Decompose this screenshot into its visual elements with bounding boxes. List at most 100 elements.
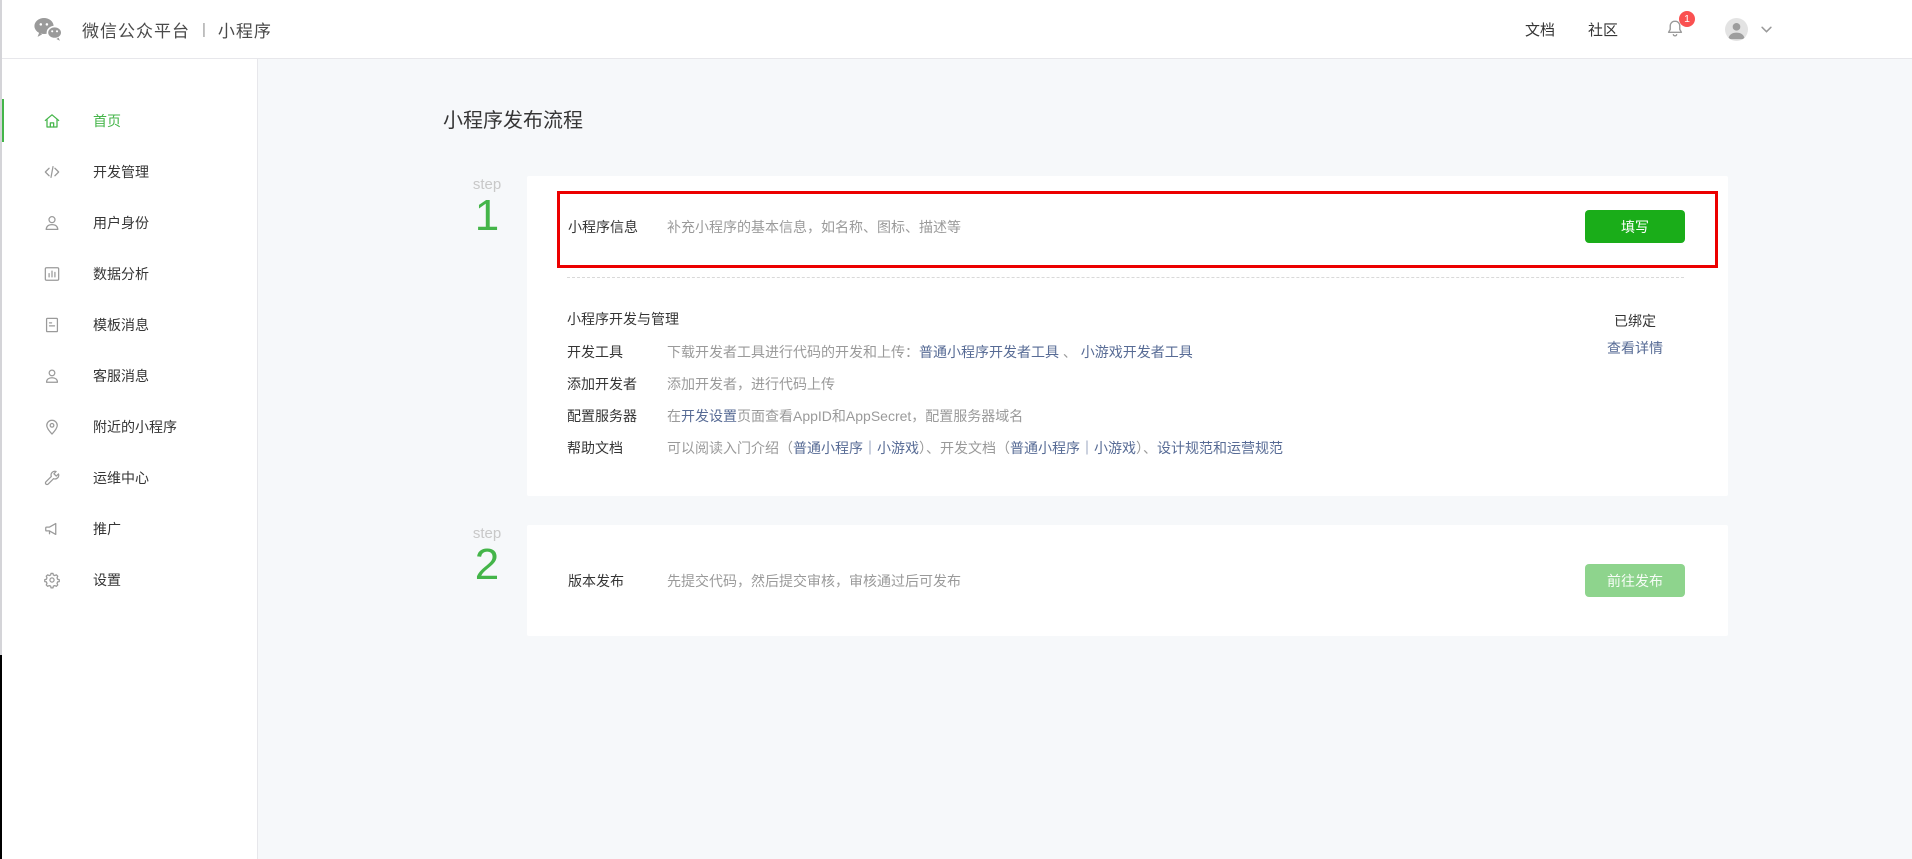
sidebar-item-label: 附近的小程序 — [93, 417, 177, 437]
sidebar-item-label: 用户身份 — [93, 213, 149, 233]
dev-row-label: 开发工具 — [567, 342, 667, 362]
step-word: step — [461, 177, 513, 192]
avatar[interactable] — [1725, 18, 1748, 41]
app-header: 微信公众平台 | 小程序 文档 社区 1 — [0, 0, 1912, 59]
sidebar-item-label: 首页 — [93, 111, 121, 131]
window-edge-gray — [0, 0, 2, 655]
inline-link[interactable]: 小游戏 — [877, 440, 919, 456]
inline-link[interactable]: 小游戏开发者工具 — [1081, 344, 1193, 360]
dev-row-desc: 在开发设置页面查看AppID和AppSecret，配置服务器域名 — [667, 406, 1568, 426]
sidebar-item-label: 模板消息 — [93, 315, 149, 335]
inline-text: 下载开发者工具进行代码的开发和上传： — [667, 344, 919, 360]
sidebar-item-dev-manage[interactable]: 开发管理 — [0, 146, 257, 197]
wechat-miniprogram-console: 微信公众平台 | 小程序 文档 社区 1 — [0, 0, 1912, 859]
sidebar-item-promotion[interactable]: 推广 — [0, 503, 257, 554]
brand: 微信公众平台 | 小程序 — [33, 16, 272, 42]
step1-card: 小程序信息 补充小程序的基本信息，如名称、图标、描述等 填写 小程序开发与管理 … — [527, 176, 1728, 496]
gear-icon — [42, 570, 62, 590]
brand-product: 小程序 — [218, 17, 272, 42]
inline-link[interactable]: 普通小程序 — [793, 440, 863, 456]
window-edge-black — [0, 655, 2, 859]
sidebar-item-label: 设置 — [93, 570, 121, 590]
dev-row-desc: 添加开发者，进行代码上传 — [667, 374, 1568, 394]
nav-community-link[interactable]: 社区 — [1588, 19, 1618, 40]
step-number: 1 — [461, 192, 513, 240]
inline-link[interactable]: 小游戏 — [1094, 440, 1136, 456]
step1-indicator: step 1 — [461, 177, 513, 240]
step-word: step — [461, 526, 513, 541]
sidebar-item-home[interactable]: 首页 — [0, 95, 257, 146]
header-nav: 文档 社区 1 — [1525, 17, 1772, 41]
user-silhouette-icon — [1725, 18, 1748, 41]
inline-text: 添加开发者，进行代码上传 — [667, 376, 835, 392]
version-release-row: 版本发布 先提交代码，然后提交审核，审核通过后可发布 前往发布 — [527, 525, 1728, 636]
sidebar-item-user-identity[interactable]: 用户身份 — [0, 197, 257, 248]
dev-row: 添加开发者添加开发者，进行代码上传 — [567, 374, 1568, 394]
bar-chart-icon — [42, 264, 62, 284]
sidebar-item-label: 客服消息 — [93, 366, 149, 386]
main-content: 小程序发布流程 step 1 小程序信息 补充小程序的基本信息，如名称、图标、描… — [258, 59, 1912, 859]
nav-docs-link[interactable]: 文档 — [1525, 19, 1555, 40]
inline-text: 页面查看AppID和AppSecret，配置服务器域名 — [737, 408, 1023, 424]
template-doc-icon — [42, 315, 62, 335]
dev-section-title: 小程序开发与管理 — [567, 309, 679, 329]
sidebar-item-label: 数据分析 — [93, 264, 149, 284]
step-number: 2 — [461, 541, 513, 589]
inline-link[interactable]: ｜ — [1080, 440, 1094, 456]
dashed-separator — [567, 277, 1684, 278]
info-row-label: 版本发布 — [568, 571, 667, 591]
sidebar-item-label: 运维中心 — [93, 468, 149, 488]
inline-link[interactable]: 开发设置 — [681, 408, 737, 424]
inline-link[interactable]: ｜ — [863, 440, 877, 456]
info-row-desc: 补充小程序的基本信息，如名称、图标、描述等 — [667, 217, 1585, 237]
step2-card: 版本发布 先提交代码，然后提交审核，审核通过后可发布 前往发布 — [527, 525, 1728, 636]
inline-text: 可以阅读入门介绍（ — [667, 440, 793, 456]
sidebar-item-ops-center[interactable]: 运维中心 — [0, 452, 257, 503]
dev-row-label: 配置服务器 — [567, 406, 667, 426]
binding-status: 已绑定 查看详情 — [1585, 311, 1685, 358]
sidebar-item-settings[interactable]: 设置 — [0, 554, 257, 605]
inline-text: 在 — [667, 408, 681, 424]
view-details-link[interactable]: 查看详情 — [1585, 338, 1685, 358]
dev-row: 配置服务器在开发设置页面查看AppID和AppSecret，配置服务器域名 — [567, 406, 1568, 426]
code-icon — [42, 162, 62, 182]
user-icon — [42, 213, 62, 233]
inline-link[interactable]: 普通小程序 — [1010, 440, 1080, 456]
sidebar-item-nearby-miniprogram[interactable]: 附近的小程序 — [0, 401, 257, 452]
inline-link[interactable]: 设计规范和运营规范 — [1157, 440, 1283, 456]
inline-link[interactable]: 普通小程序开发者工具 — [919, 344, 1059, 360]
home-icon — [42, 111, 62, 131]
brand-divider: | — [202, 21, 206, 38]
inline-text: ）、开发文档（ — [919, 440, 1010, 456]
step2-indicator: step 2 — [461, 526, 513, 589]
megaphone-icon — [42, 519, 62, 539]
dev-row-label: 添加开发者 — [567, 374, 667, 394]
dev-row: 开发工具下载开发者工具进行代码的开发和上传：普通小程序开发者工具 、 小游戏开发… — [567, 342, 1568, 362]
sidebar-item-service-message[interactable]: 客服消息 — [0, 350, 257, 401]
notification-badge: 1 — [1679, 11, 1695, 27]
status-text: 已绑定 — [1585, 311, 1685, 331]
sidebar-item-data-analysis[interactable]: 数据分析 — [0, 248, 257, 299]
fill-in-button[interactable]: 填写 — [1585, 210, 1685, 243]
dev-row: 帮助文档可以阅读入门介绍（普通小程序｜小游戏）、开发文档（普通小程序｜小游戏）、… — [567, 438, 1568, 458]
info-row-desc: 先提交代码，然后提交审核，审核通过后可发布 — [667, 571, 1585, 591]
wechat-logo-icon — [33, 16, 63, 42]
notification-bell[interactable]: 1 — [1664, 17, 1686, 41]
page-title: 小程序发布流程 — [443, 104, 583, 133]
dev-row-desc: 可以阅读入门介绍（普通小程序｜小游戏）、开发文档（普通小程序｜小游戏）、设计规范… — [667, 438, 1568, 458]
dev-rows: 开发工具下载开发者工具进行代码的开发和上传：普通小程序开发者工具 、 小游戏开发… — [567, 342, 1568, 470]
sidebar: 首页开发管理用户身份数据分析模板消息客服消息附近的小程序运维中心推广设置 — [0, 59, 258, 859]
brand-name: 微信公众平台 — [82, 17, 190, 42]
service-user-icon — [42, 366, 62, 386]
dev-row-label: 帮助文档 — [567, 438, 667, 458]
info-row-label: 小程序信息 — [568, 217, 667, 237]
dev-row-desc: 下载开发者工具进行代码的开发和上传：普通小程序开发者工具 、 小游戏开发者工具 — [667, 342, 1568, 362]
inline-text: ）、 — [1136, 440, 1157, 456]
sidebar-item-template-message[interactable]: 模板消息 — [0, 299, 257, 350]
location-pin-icon — [42, 417, 62, 437]
go-publish-button[interactable]: 前往发布 — [1585, 564, 1685, 597]
sidebar-item-label: 开发管理 — [93, 162, 149, 182]
chevron-down-icon[interactable] — [1761, 26, 1772, 33]
miniprogram-info-row: 小程序信息 补充小程序的基本信息，如名称、图标、描述等 填写 — [527, 176, 1728, 277]
inline-text: 、 — [1059, 344, 1081, 360]
